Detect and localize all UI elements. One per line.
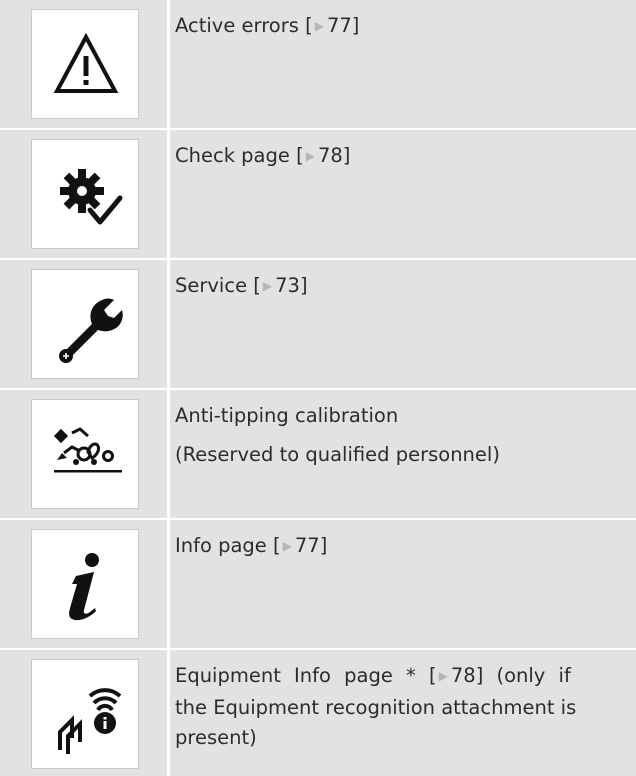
page-reference[interactable]: 77: [295, 534, 320, 557]
page-reference[interactable]: 77: [327, 14, 352, 37]
icon-cell: [0, 0, 167, 128]
table-row: Info page [▶ 77]: [0, 520, 636, 648]
row-label: Equipment Info page * [▶ 78] (only if the…: [175, 661, 636, 753]
table-row: Anti-tipping calibration (Reserved to qu…: [0, 390, 636, 518]
row-label: Info page [▶ 77]: [175, 534, 328, 557]
page-reference[interactable]: 78: [451, 664, 476, 687]
text-cell: Anti-tipping calibration (Reserved to qu…: [170, 390, 636, 518]
table-row: Equipment Info page * [▶ 78] (only if the…: [0, 650, 636, 776]
icon-cell: [0, 650, 167, 776]
icon-legend-table: Active errors [▶ 77] Check page [▶ 78] …: [0, 0, 636, 776]
wrench-icon: [31, 269, 139, 379]
icon-cell: [0, 520, 167, 648]
row-label: Anti-tipping calibration: [175, 404, 399, 427]
row-label: Service [▶ 73]: [175, 274, 308, 297]
page-reference[interactable]: 73: [275, 274, 300, 297]
reference-arrow-icon: ▶: [314, 19, 324, 33]
page-reference[interactable]: 78: [318, 144, 343, 167]
row-sublabel: (Reserved to qualified personnel): [175, 443, 500, 466]
row-label: Active errors [▶ 77]: [175, 14, 360, 37]
table-row: Service [▶ 73]: [0, 260, 636, 388]
reference-arrow-icon: ▶: [305, 149, 315, 163]
icon-cell: [0, 390, 167, 518]
warning-triangle-icon: [31, 9, 139, 119]
row-label-line: present): [175, 726, 257, 749]
reference-arrow-icon: ▶: [282, 539, 292, 553]
row-label-line: Equipment Info page * [▶ 78] (only if: [175, 664, 571, 687]
text-cell: Info page [▶ 77]: [170, 520, 636, 648]
reference-arrow-icon: ▶: [262, 279, 273, 293]
gear-check-icon: [31, 139, 139, 249]
table-row: Active errors [▶ 77]: [0, 0, 636, 128]
icon-cell: [0, 130, 167, 258]
text-cell: Check page [▶ 78]: [170, 130, 636, 258]
anti-tipping-calibration-icon: [31, 399, 139, 509]
table-row: Check page [▶ 78]: [0, 130, 636, 258]
reference-arrow-icon: ▶: [438, 669, 448, 683]
icon-cell: [0, 260, 167, 388]
row-label: Check page [▶ 78]: [175, 144, 351, 167]
text-cell: Service [▶ 73]: [170, 260, 636, 388]
equipment-info-icon: [31, 659, 139, 769]
text-cell: Active errors [▶ 77]: [170, 0, 636, 128]
text-cell: Equipment Info page * [▶ 78] (only if the…: [170, 650, 636, 776]
row-label-line: the Equipment recognition attachment is: [175, 696, 577, 719]
info-icon: [31, 529, 139, 639]
